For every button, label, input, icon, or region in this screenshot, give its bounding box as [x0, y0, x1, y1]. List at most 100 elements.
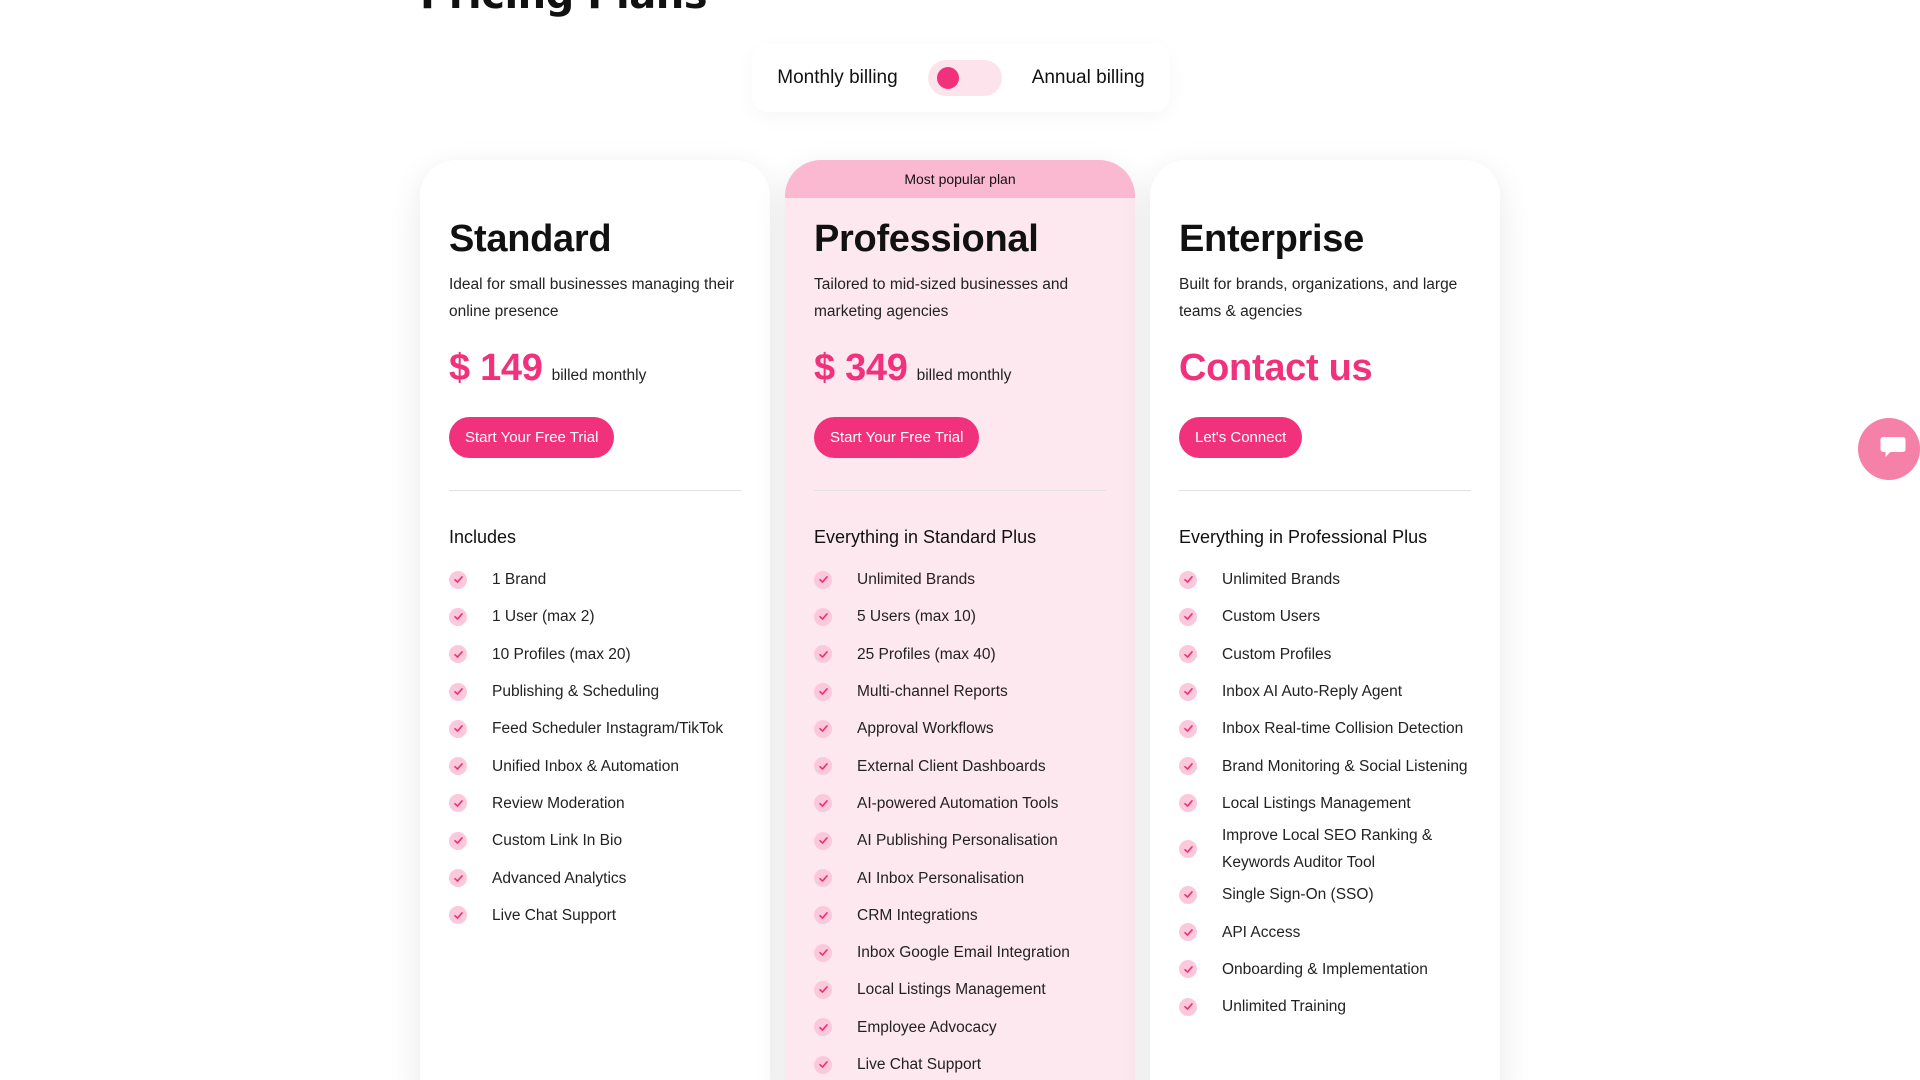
contact-us-price: Contact us: [1179, 347, 1373, 389]
check-icon: [814, 794, 832, 813]
page-title: Pricing Plans: [420, 0, 708, 18]
plan-card-content: Standard Ideal for small businesses mana…: [449, 215, 741, 934]
chat-launcher-button[interactable]: [1858, 418, 1920, 480]
check-icon: [449, 682, 467, 701]
check-icon: [814, 1018, 832, 1037]
check-icon: [814, 682, 832, 701]
billing-toggle: Monthly billing Annual billing: [752, 44, 1170, 112]
start-free-trial-button[interactable]: Start Your Free Trial: [814, 417, 980, 458]
feature-item: Unlimited Brands: [814, 561, 1106, 598]
feature-item: Custom Users: [1179, 598, 1471, 635]
monthly-billing-label[interactable]: Monthly billing: [777, 67, 897, 89]
feature-item: Local Listings Management: [1179, 785, 1471, 822]
feature-text: Inbox AI Auto-Reply Agent: [1222, 683, 1403, 701]
plan-description: Tailored to mid-sized businesses and mar…: [814, 276, 1069, 320]
feature-item: AI Inbox Personalisation: [814, 859, 1106, 896]
feature-item: Unlimited Training: [1179, 988, 1471, 1025]
feature-item: Inbox Google Email Integration: [814, 934, 1106, 971]
check-icon: [814, 607, 832, 626]
check-icon: [1179, 840, 1197, 859]
feature-list: Unlimited Brands Custom Users Custom Profi…: [1179, 561, 1471, 1025]
feature-item: 1 User (max 2): [449, 598, 741, 635]
check-icon: [1179, 757, 1197, 776]
feature-text: Feed Scheduler Instagram/TikTok: [492, 720, 724, 738]
feature-item: Inbox Real-time Collision Detection: [1179, 710, 1471, 747]
check-icon: [1179, 923, 1197, 942]
most-popular-badge: Most popular plan: [785, 160, 1135, 198]
feature-text: AI Inbox Personalisation: [857, 869, 1025, 887]
feature-text: Unlimited Brands: [1222, 571, 1341, 589]
features-heading: Everything in Professional Plus: [1179, 527, 1428, 547]
plan-name: Professional: [814, 218, 1039, 260]
divider: [814, 490, 1106, 491]
feature-text: Single Sign-On (SSO): [1222, 886, 1374, 904]
check-icon: [814, 570, 832, 589]
plan-description: Built for brands, organizations, and lar…: [1179, 276, 1458, 320]
annual-billing-label[interactable]: Annual billing: [1032, 67, 1145, 89]
plan-card-content: Professional Tailored to mid-sized busin…: [814, 215, 1106, 1080]
feature-text: CRM Integrations: [857, 906, 978, 924]
plan-card-enterprise: Enterprise Built for brands, organizatio…: [1150, 160, 1500, 1080]
price-row: Contact us: [1179, 347, 1471, 397]
feature-item: Publishing & Scheduling: [449, 673, 741, 710]
feature-item: CRM Integrations: [814, 897, 1106, 934]
feature-item: Live Chat Support: [814, 1046, 1106, 1080]
feature-item: Unlimited Brands: [1179, 561, 1471, 598]
check-icon: [449, 794, 467, 813]
feature-item: Feed Scheduler Instagram/TikTok: [449, 710, 741, 747]
feature-text: Onboarding & Implementation: [1222, 960, 1428, 978]
check-icon: [449, 831, 467, 850]
check-icon: [814, 906, 832, 925]
lets-connect-button[interactable]: Let's Connect: [1179, 417, 1303, 458]
divider: [449, 490, 741, 491]
feature-item: AI Publishing Personalisation: [814, 822, 1106, 859]
check-icon: [449, 757, 467, 776]
check-icon: [1179, 682, 1197, 701]
feature-text: Local Listings Management: [857, 981, 1046, 999]
plan-description: Ideal for small businesses managing thei…: [449, 276, 735, 320]
feature-item: API Access: [1179, 913, 1471, 950]
feature-text: Live Chat Support: [492, 906, 617, 924]
feature-item: Live Chat Support: [449, 897, 741, 934]
feature-list: 1 Brand 1 User (max 2) 10 Profiles (max 20…: [449, 561, 741, 934]
check-icon: [814, 645, 832, 664]
feature-item: 5 Users (max 10): [814, 598, 1106, 635]
feature-item: Approval Workflows: [814, 710, 1106, 747]
check-icon: [814, 869, 832, 888]
feature-text: 10 Profiles (max 20): [492, 645, 631, 663]
feature-item: Multi-channel Reports: [814, 673, 1106, 710]
feature-item: Onboarding & Implementation: [1179, 951, 1471, 988]
feature-text: API Access: [1222, 923, 1301, 941]
plan-card-content: Enterprise Built for brands, organizatio…: [1179, 215, 1471, 1025]
feature-item: Employee Advocacy: [814, 1009, 1106, 1046]
feature-text: External Client Dashboards: [857, 757, 1046, 775]
divider: [1179, 490, 1471, 491]
feature-item: Local Listings Management: [814, 971, 1106, 1008]
plan-price: $ 149: [449, 347, 543, 389]
billing-switch[interactable]: [927, 60, 1002, 96]
check-icon: [814, 757, 832, 776]
feature-text: AI Publishing Personalisation: [857, 832, 1058, 850]
feature-item: Single Sign-On (SSO): [1179, 876, 1471, 913]
feature-text: Improve Local SEO Ranking & Keywords Aud…: [1222, 827, 1433, 872]
feature-item: Advanced Analytics: [449, 859, 741, 896]
feature-item: Unified Inbox & Automation: [449, 747, 741, 784]
feature-text: Employee Advocacy: [857, 1018, 997, 1036]
check-icon: [1179, 645, 1197, 664]
feature-item: Custom Profiles: [1179, 636, 1471, 673]
features-heading: Includes: [449, 527, 517, 547]
pricing-page: Pricing Plans Monthly billing Annual bil…: [0, 0, 1920, 1080]
check-icon: [449, 645, 467, 664]
feature-text: Local Listings Management: [1222, 794, 1411, 812]
check-icon: [449, 607, 467, 626]
start-free-trial-button[interactable]: Start Your Free Trial: [449, 417, 615, 458]
price-note: billed monthly: [551, 367, 647, 384]
feature-text: Advanced Analytics: [492, 869, 627, 887]
check-icon: [1179, 997, 1197, 1016]
feature-item: 10 Profiles (max 20): [449, 636, 741, 673]
plan-card-standard: Standard Ideal for small businesses mana…: [420, 160, 770, 1080]
feature-item: Inbox AI Auto-Reply Agent: [1179, 673, 1471, 710]
check-icon: [814, 831, 832, 850]
price-row: $ 149 billed monthly: [449, 347, 741, 397]
feature-text: Custom Users: [1222, 608, 1321, 626]
